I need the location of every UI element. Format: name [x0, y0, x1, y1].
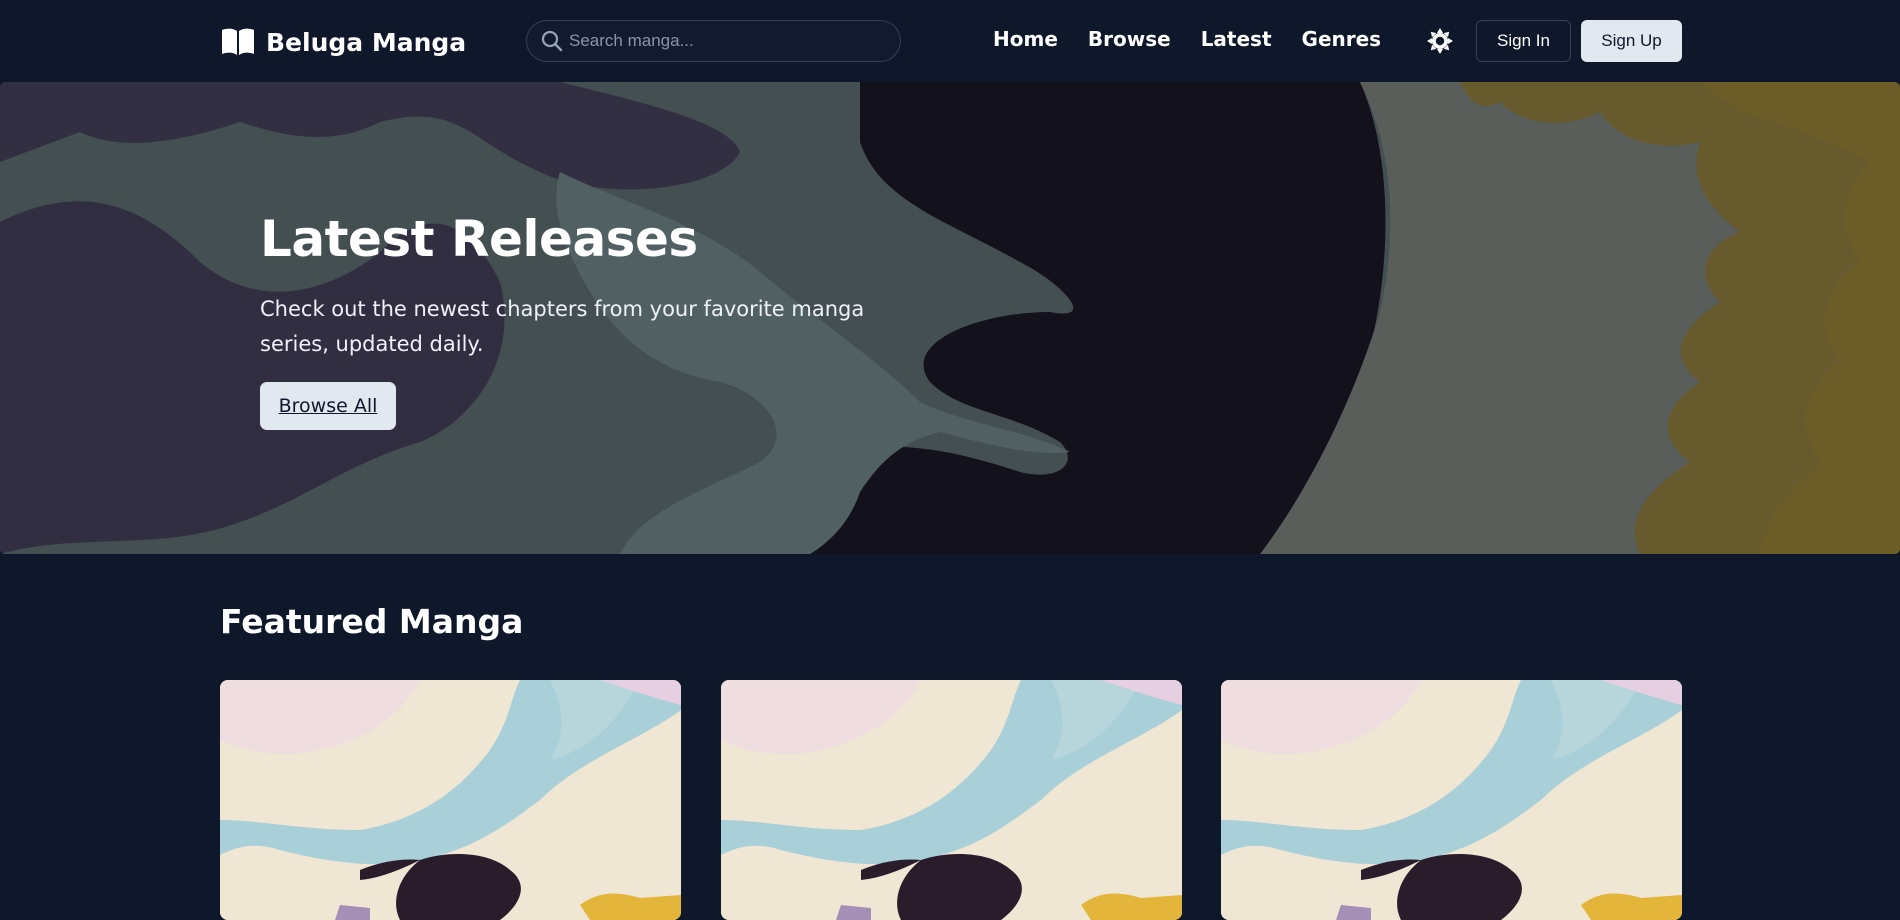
nav-home[interactable]: Home	[993, 27, 1058, 51]
manga-card[interactable]	[1221, 680, 1682, 920]
featured-section-title: Featured Manga	[220, 602, 524, 641]
hero-description: Check out the newest chapters from your …	[260, 297, 865, 356]
manga-card[interactable]	[721, 680, 1182, 920]
nav-latest[interactable]: Latest	[1201, 27, 1272, 51]
site-header: Beluga Manga Home Browse Latest Genres	[0, 0, 1900, 82]
manga-cover-image	[721, 680, 1182, 920]
nav-browse[interactable]: Browse	[1088, 27, 1171, 51]
hero-content: Latest Releases Check out the newest cha…	[260, 214, 940, 430]
sun-icon	[1427, 28, 1453, 54]
main-nav: Home Browse Latest Genres	[993, 27, 1381, 51]
search-input[interactable]	[569, 31, 889, 51]
manga-card[interactable]	[220, 680, 681, 920]
open-book-icon	[222, 28, 254, 55]
sign-up-button[interactable]: Sign Up	[1581, 20, 1682, 62]
search-icon	[541, 30, 563, 52]
theme-toggle-button[interactable]	[1424, 25, 1456, 57]
browse-all-button[interactable]: Browse All	[260, 382, 396, 430]
logo-text: Beluga Manga	[266, 27, 467, 57]
logo-link[interactable]: Beluga Manga	[220, 24, 466, 60]
nav-genres[interactable]: Genres	[1302, 27, 1382, 51]
manga-cover-image	[220, 680, 681, 920]
manga-cover-image	[1221, 680, 1682, 920]
search-bar	[526, 20, 901, 62]
sign-in-button[interactable]: Sign In	[1476, 20, 1571, 62]
hero-title: Latest Releases	[260, 210, 698, 268]
hero-banner: Latest Releases Check out the newest cha…	[0, 82, 1900, 554]
